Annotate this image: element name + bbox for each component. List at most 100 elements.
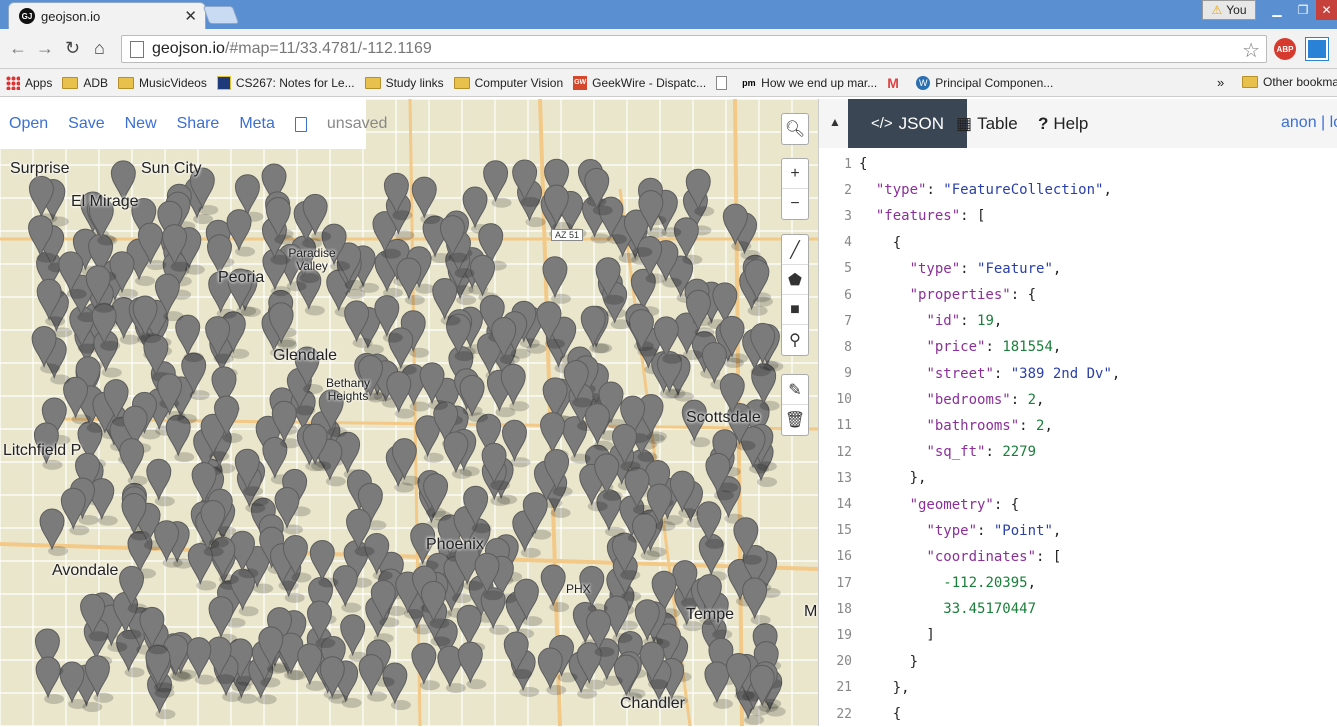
edit-icon[interactable]: ✎ [782, 375, 808, 405]
save-button[interactable]: Save [68, 115, 104, 133]
code-line[interactable]: 10 "bedrooms": 2, [819, 387, 1337, 413]
location-marker-icon[interactable] [146, 458, 175, 507]
bookmark-musicvideos[interactable]: MusicVideos [118, 76, 207, 90]
location-marker-icon[interactable] [175, 314, 204, 363]
draw-polygon-icon[interactable]: ⬟ [782, 265, 808, 295]
edit-control: ✎ 🗑︎ [781, 374, 809, 436]
open-button[interactable]: Open [9, 115, 48, 133]
apps-grid-icon [6, 75, 20, 90]
location-marker-icon[interactable] [39, 508, 69, 556]
draw-marker-icon[interactable]: ⚲ [782, 325, 808, 355]
code-line[interactable]: 3 "features": [ [819, 203, 1337, 229]
other-bookmarks-label: Other bookmarks [1263, 75, 1337, 89]
address-bar[interactable]: geojson.io/#map=11/33.4781/-112.1169 ☆ [121, 35, 1267, 63]
profile-button[interactable]: ⚠ You [1202, 0, 1256, 20]
location-marker-icon[interactable] [540, 564, 570, 613]
line-number: 15 [836, 523, 852, 539]
bookmark-label: Principal Componen... [935, 75, 1054, 90]
warning-icon: ⚠ [1211, 3, 1223, 17]
close-tab-icon[interactable]: ✕ [184, 7, 197, 25]
bookmark-apps[interactable]: Apps [6, 75, 52, 90]
bookmark-gmail[interactable]: M [887, 76, 906, 90]
location-marker-icon[interactable] [35, 656, 65, 705]
reload-icon[interactable]: ↻ [65, 38, 80, 59]
code-line[interactable]: 15 "type": "Point", [819, 518, 1337, 544]
code-line[interactable]: 18 33.45170447 [819, 596, 1337, 622]
back-icon[interactable]: ← [9, 38, 27, 59]
bookmark-study-links[interactable]: Study links [364, 76, 444, 90]
zoom-out-icon[interactable]: − [782, 189, 808, 219]
line-number: 21 [836, 680, 852, 696]
location-marker-icon[interactable] [411, 642, 440, 691]
code-text: "type": "FeatureCollection", [875, 182, 1112, 199]
zoom-in-icon[interactable]: + [782, 159, 808, 189]
map-label-litchfield: Litchfield P [3, 442, 82, 459]
new-button[interactable]: New [125, 115, 157, 133]
bookmark-pca[interactable]: W Principal Componen... [916, 75, 1054, 90]
folder-icon [453, 76, 470, 89]
browser-tab-strip: GJ geojson.io ✕ ⚠ You ▁ ❐ ✕ [0, 0, 1337, 29]
code-line[interactable]: 12 "sq_ft": 2279 [819, 439, 1337, 465]
tab-table[interactable]: ▦ Table [944, 99, 1030, 148]
map-markers[interactable] [28, 158, 786, 725]
meta-button[interactable]: Meta [239, 115, 275, 133]
map[interactable]: Surprise Sun City El Mirage Glendale Bet… [0, 99, 818, 726]
code-line[interactable]: 21 }, [819, 675, 1337, 701]
code-line[interactable]: 9 "street": "389 2nd Dv", [819, 361, 1337, 387]
other-bookmarks[interactable]: Other bookmarks [1242, 75, 1337, 89]
code-line[interactable]: 14 "geometry": { [819, 491, 1337, 517]
bookmark-adb[interactable]: ADB [62, 76, 108, 90]
home-icon[interactable]: ⌂ [94, 38, 105, 59]
line-number: 22 [836, 706, 852, 722]
bookmark-computer-vision[interactable]: Computer Vision [453, 76, 563, 90]
draw-rectangle-icon[interactable]: ■ [782, 295, 808, 325]
code-line[interactable]: 16 "coordinates": [ [819, 544, 1337, 570]
code-line[interactable]: 5 "type": "Feature", [819, 256, 1337, 282]
code-line[interactable]: 20 } [819, 649, 1337, 675]
extension-icon[interactable] [1305, 37, 1329, 61]
code-line[interactable]: 19 ] [819, 622, 1337, 648]
map-label-chandler: Chandler [620, 695, 685, 712]
bookmark-geekwire[interactable]: GW GeekWire - Dispatc... [573, 75, 706, 90]
location-marker-icon[interactable] [733, 517, 762, 565]
json-editor[interactable]: 1{2 "type": "FeatureCollection", 3 "featu… [819, 151, 1337, 727]
location-marker-icon[interactable] [340, 614, 369, 662]
code-line[interactable]: 1{ [819, 151, 1337, 177]
forward-icon[interactable]: → [36, 38, 54, 59]
location-marker-icon[interactable] [411, 176, 441, 225]
code-line[interactable]: 4 { [819, 230, 1337, 256]
search-icon[interactable]: 🔍︎ [782, 114, 808, 144]
user-links[interactable]: anon | log [1281, 114, 1337, 132]
map-label-paradise: Paradise Valley [288, 246, 336, 273]
code-line[interactable]: 17 -112.20395, [819, 570, 1337, 596]
code-line[interactable]: 6 "properties": { [819, 282, 1337, 308]
bookmark-star-icon[interactable]: ☆ [1242, 38, 1260, 63]
delete-icon[interactable]: 🗑︎ [782, 405, 808, 435]
code-line[interactable]: 8 "price": 181554, [819, 334, 1337, 360]
map-label-phx: PHX [566, 582, 591, 596]
code-text: "type": "Point", [926, 522, 1062, 539]
code-line[interactable]: 11 "bathrooms": 2, [819, 413, 1337, 439]
line-number: 6 [844, 287, 852, 303]
code-line[interactable]: 13 }, [819, 465, 1337, 491]
location-marker-icon[interactable] [500, 363, 530, 412]
code-line[interactable]: 22 { [819, 701, 1337, 727]
browser-tab[interactable]: GJ geojson.io ✕ [8, 2, 206, 29]
collapse-icon[interactable]: ▲ [829, 115, 841, 129]
minimize-icon[interactable]: ▁ [1264, 0, 1290, 20]
new-tab-button[interactable] [202, 6, 240, 24]
location-marker-icon[interactable] [483, 160, 512, 208]
code-line[interactable]: 2 "type": "FeatureCollection", [819, 177, 1337, 203]
bookmark-pm[interactable]: pm How we end up mar... [742, 76, 877, 90]
bookmark-cs267[interactable]: CS267: Notes for Le... [216, 75, 355, 90]
window-close-icon[interactable]: ✕ [1316, 0, 1337, 20]
adblock-icon[interactable]: ABP [1274, 38, 1296, 60]
share-button[interactable]: Share [177, 115, 220, 133]
tab-help[interactable]: ? Help [1026, 99, 1100, 148]
bookmarks-overflow[interactable]: » [1217, 75, 1224, 90]
location-marker-icon[interactable] [374, 295, 403, 343]
bookmark-blank-page[interactable] [716, 75, 732, 90]
draw-line-icon[interactable]: ╱ [782, 235, 808, 265]
code-line[interactable]: 7 "id": 19, [819, 308, 1337, 334]
maximize-icon[interactable]: ❐ [1290, 0, 1316, 20]
